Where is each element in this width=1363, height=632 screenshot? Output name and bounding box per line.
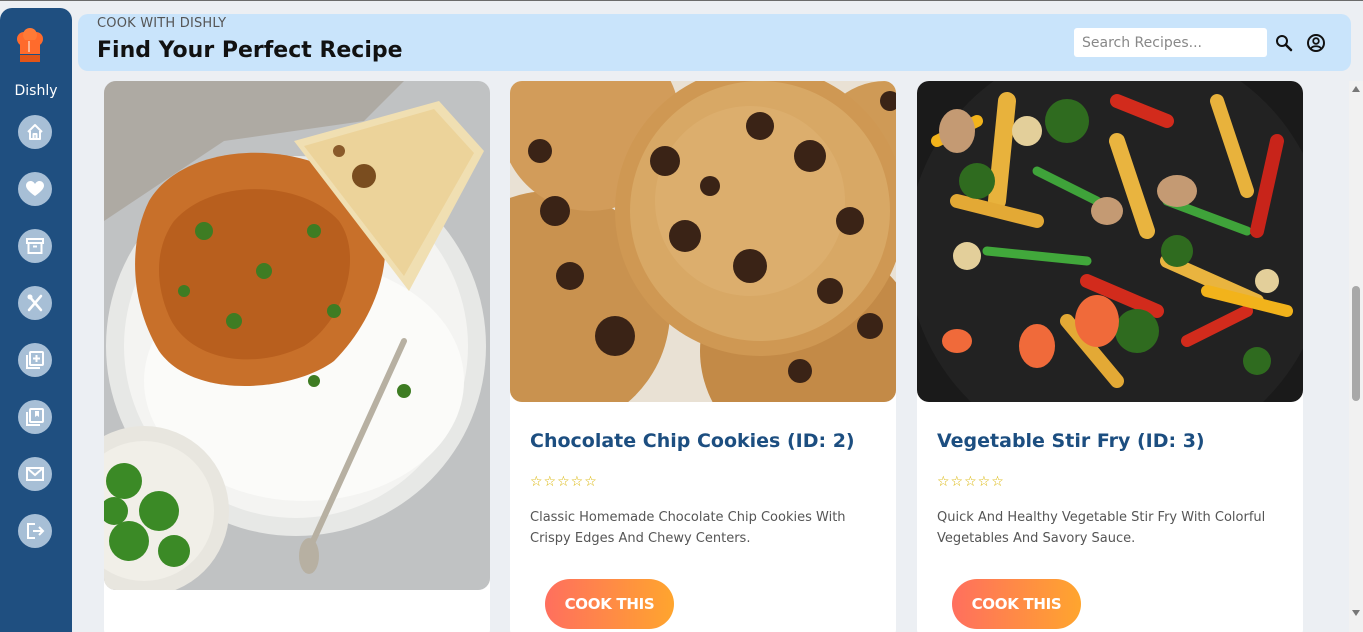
recipe-image-butter-chicken	[104, 81, 490, 590]
page-title: Find Your Perfect Recipe	[97, 38, 403, 63]
search-icon[interactable]	[1274, 33, 1294, 53]
heart-icon	[26, 181, 44, 196]
cook-this-button[interactable]: COOK THIS	[545, 579, 674, 629]
user-profile-icon[interactable]	[1306, 33, 1326, 53]
recipe-card[interactable]: Vegetable Stir Fry (ID: 3) ☆☆☆☆☆ Quick A…	[917, 81, 1303, 632]
utensils-icon	[27, 294, 43, 312]
logout-icon	[27, 523, 45, 539]
recipe-title[interactable]: Vegetable Stir Fry (ID: 3)	[937, 430, 1205, 452]
recipe-description: Classic Homemade Chocolate Chip Cookies …	[530, 510, 846, 546]
cook-this-button[interactable]: COOK THIS	[952, 579, 1081, 629]
star-rating[interactable]: ☆☆☆☆☆	[937, 474, 1005, 490]
nav-add-recipe-button[interactable]	[18, 343, 52, 377]
sidebar: Dishly	[0, 8, 72, 632]
nav-library-button[interactable]	[18, 400, 52, 434]
nav-home-button[interactable]	[18, 115, 52, 149]
scroll-up-arrow-icon[interactable]	[1352, 86, 1360, 92]
recipe-image-chocolate-chip-cookies	[510, 81, 896, 402]
window-top-line	[0, 0, 1363, 1]
home-icon	[27, 124, 43, 140]
library-icon	[26, 408, 44, 426]
archive-icon	[26, 238, 44, 254]
star-rating[interactable]: ☆☆☆☆☆	[530, 474, 598, 490]
nav-logout-button[interactable]	[18, 514, 52, 548]
nav-favorites-button[interactable]	[18, 172, 52, 206]
search-input[interactable]	[1074, 28, 1267, 57]
recipe-image-vegetable-stir-fry	[917, 81, 1303, 402]
recipe-card[interactable]	[104, 81, 490, 632]
nav-recipes-button[interactable]	[18, 286, 52, 320]
recipe-description: Quick And Healthy Vegetable Stir Fry Wit…	[937, 510, 1266, 546]
recipe-card[interactable]: Chocolate Chip Cookies (ID: 2) ☆☆☆☆☆ Cla…	[510, 81, 896, 632]
add-recipe-icon	[26, 351, 44, 369]
chef-hat-logo-icon[interactable]	[15, 28, 45, 66]
nav-archive-button[interactable]	[18, 229, 52, 263]
nav-messages-button[interactable]	[18, 457, 52, 491]
recipe-grid: Chocolate Chip Cookies (ID: 2) ☆☆☆☆☆ Cla…	[78, 81, 1346, 632]
header-subtitle: COOK WITH DISHLY	[97, 16, 227, 31]
mail-icon	[26, 467, 44, 481]
vertical-scrollbar[interactable]	[1349, 81, 1363, 632]
scroll-down-arrow-icon[interactable]	[1352, 610, 1360, 616]
scrollbar-thumb[interactable]	[1352, 286, 1360, 401]
brand-name: Dishly	[14, 83, 58, 99]
page-header: COOK WITH DISHLY Find Your Perfect Recip…	[78, 14, 1351, 71]
recipe-title[interactable]: Chocolate Chip Cookies (ID: 2)	[530, 430, 855, 452]
